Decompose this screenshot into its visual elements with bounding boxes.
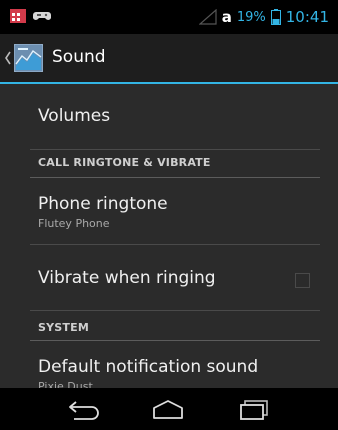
action-bar: Sound (0, 34, 338, 84)
status-bar: a 19% 10:41 (0, 0, 338, 34)
category-divider (30, 340, 320, 341)
back-icon[interactable] (66, 398, 102, 420)
category-system: SYSTEM (38, 321, 89, 334)
default-notification-sound-title: Default notification sound (38, 357, 259, 377)
vibrate-when-ringing-label: Vibrate when ringing (38, 268, 216, 288)
phone-ringtone-item[interactable]: Phone ringtone Flutey Phone (38, 194, 320, 230)
default-notification-sound-summary: Pixie Dust (38, 380, 93, 388)
category-divider (30, 177, 320, 178)
carrier-label: a (221, 8, 232, 26)
volumes-label: Volumes (38, 106, 111, 126)
battery-percent: 19% (236, 9, 266, 25)
calendar-notification-icon (10, 9, 26, 23)
volumes-item[interactable]: Volumes (38, 106, 320, 126)
vibrate-checkbox[interactable] (295, 273, 310, 288)
home-icon[interactable] (150, 398, 186, 420)
up-chevron-icon[interactable] (3, 48, 13, 68)
divider (30, 149, 320, 150)
phone-ringtone-summary: Flutey Phone (38, 217, 110, 230)
recent-apps-icon[interactable] (237, 398, 273, 420)
category-call-ringtone-vibrate: CALL RINGTONE & VIBRATE (38, 156, 211, 169)
vibrate-when-ringing-item[interactable]: Vibrate when ringing (38, 268, 320, 288)
default-notification-sound-item[interactable]: Default notification sound Pixie Dust (38, 357, 320, 388)
clock: 10:41 (285, 8, 329, 26)
battery-icon (270, 9, 281, 25)
divider (30, 244, 320, 245)
navigation-bar (0, 388, 338, 430)
game-controller-icon (33, 12, 51, 20)
sound-settings-app-icon[interactable] (14, 44, 43, 72)
divider (30, 310, 320, 311)
page-title: Sound (52, 47, 106, 67)
phone-ringtone-title: Phone ringtone (38, 194, 168, 214)
signal-icon (198, 9, 217, 25)
settings-list: Volumes CALL RINGTONE & VIBRATE Phone ri… (0, 84, 338, 388)
